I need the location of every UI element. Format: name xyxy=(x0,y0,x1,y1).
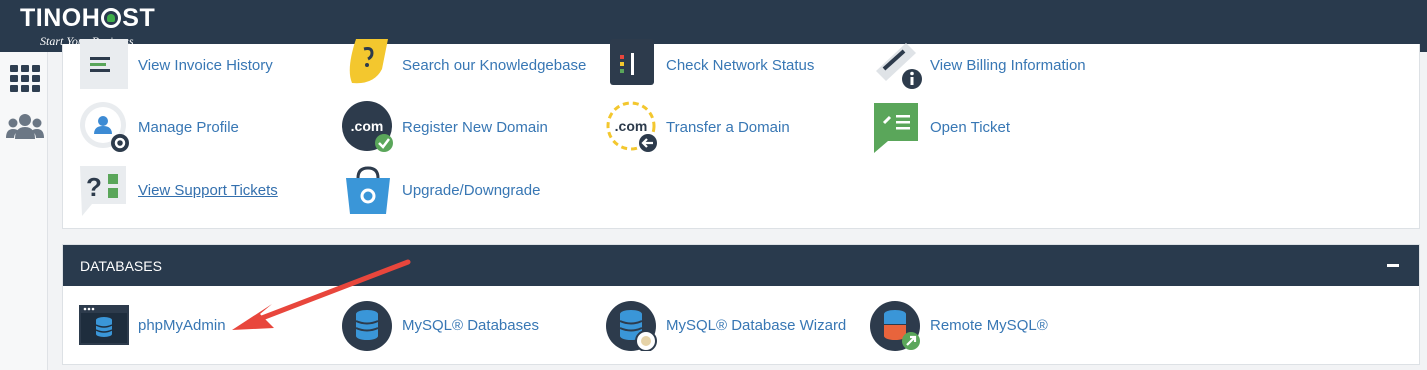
database-wizard-icon xyxy=(606,301,657,351)
mysql-database-wizard-link[interactable]: MySQL® Database Wizard xyxy=(606,298,846,352)
remote-mysql-link[interactable]: Remote MySQL® xyxy=(870,298,1048,352)
phpmyadmin-link[interactable]: phpMyAdmin xyxy=(78,298,226,352)
item-label: Remote MySQL® xyxy=(930,316,1048,334)
annotation-arrow-icon xyxy=(232,259,411,330)
check-network-status-link[interactable]: Check Network Status xyxy=(606,38,814,92)
shopping-bag-icon xyxy=(346,166,390,214)
upgrade-downgrade-link[interactable]: Upgrade/Downgrade xyxy=(342,163,540,217)
item-label: Check Network Status xyxy=(666,56,815,74)
item-label: Search our Knowledgebase xyxy=(402,56,587,74)
item-label: View Billing Information xyxy=(930,56,1086,74)
grid-icon[interactable] xyxy=(9,64,41,94)
view-invoice-history-link[interactable]: View Invoice History xyxy=(78,38,273,92)
server-status-icon xyxy=(610,39,654,85)
profile-settings-icon xyxy=(80,102,129,152)
item-label: MySQL® Databases xyxy=(402,316,539,334)
left-sidebar xyxy=(0,52,48,370)
logo-wordmark: TINOH ST xyxy=(20,5,155,31)
item-label: Open Ticket xyxy=(930,118,1011,136)
transfer-domain-link[interactable]: .com Transfer a Domain xyxy=(606,100,790,154)
lightbulb-icon xyxy=(349,39,388,84)
item-label: Transfer a Domain xyxy=(666,118,790,136)
users-icon[interactable] xyxy=(6,112,44,142)
search-knowledgebase-link[interactable]: Search our Knowledgebase xyxy=(342,38,586,92)
databases-panel-title: DATABASES xyxy=(80,257,162,274)
item-label: Upgrade/Downgrade xyxy=(402,181,541,199)
domain-transfer-icon: .com xyxy=(606,101,657,152)
manage-profile-link[interactable]: Manage Profile xyxy=(78,100,239,154)
svg-text:?: ? xyxy=(86,172,102,202)
item-label: Register New Domain xyxy=(402,118,548,136)
open-ticket-link[interactable]: Open Ticket xyxy=(870,100,1010,154)
logo-text-part2: ST xyxy=(122,4,156,32)
invoice-icon xyxy=(80,39,128,89)
item-label: Manage Profile xyxy=(138,118,239,136)
billing-info-icon xyxy=(876,43,922,89)
house-icon xyxy=(101,8,122,28)
register-new-domain-link[interactable]: .com Register New Domain xyxy=(342,100,548,154)
svg-text:.com: .com xyxy=(615,118,648,134)
item-label: View Support Tickets xyxy=(138,181,278,199)
domain-register-icon: .com xyxy=(342,101,393,152)
svg-text:.com: .com xyxy=(351,118,384,134)
view-support-tickets-link[interactable]: ? View Support Tickets xyxy=(78,163,278,217)
logo-text-part1: TINOH xyxy=(20,4,101,32)
view-billing-information-link[interactable]: View Billing Information xyxy=(870,38,1086,92)
phpmyadmin-icon xyxy=(79,305,129,345)
item-label: phpMyAdmin xyxy=(138,316,226,334)
ticket-icon xyxy=(874,103,918,153)
support-tickets-icon: ? xyxy=(80,166,126,216)
item-label: View Invoice History xyxy=(138,56,273,74)
collapse-button[interactable] xyxy=(1387,264,1399,267)
item-label: MySQL® Database Wizard xyxy=(666,316,847,334)
remote-database-icon xyxy=(870,301,920,351)
